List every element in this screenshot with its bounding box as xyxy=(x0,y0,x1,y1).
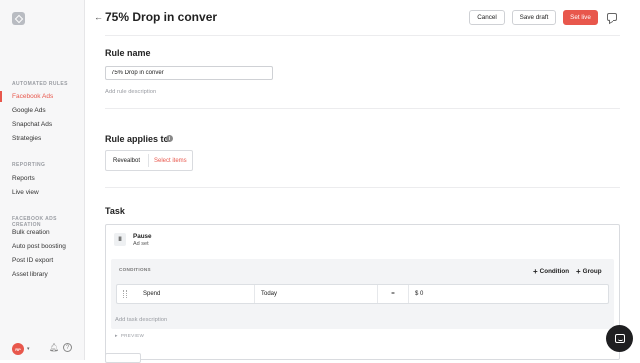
add-condition-button[interactable]: + Condition xyxy=(533,266,570,276)
preview-toggle[interactable]: ▸ PREVIEW xyxy=(115,333,144,339)
sidebar-item-live-view[interactable]: Live view xyxy=(12,189,39,196)
sidebar-item-snapchat-ads[interactable]: Snapchat Ads xyxy=(12,121,52,128)
rule-applies-heading: Rule applies to xyxy=(105,134,170,144)
preview-label: PREVIEW xyxy=(120,333,145,338)
sidebar-item-facebook-ads[interactable]: Facebook Ads xyxy=(12,93,53,100)
info-icon[interactable]: i xyxy=(166,135,173,142)
condition-period[interactable]: Today xyxy=(255,285,378,303)
cancel-button[interactable]: Cancel xyxy=(469,10,505,25)
rule-name-heading: Rule name xyxy=(105,48,151,58)
active-indicator xyxy=(0,91,2,102)
section-divider xyxy=(105,108,620,109)
select-items-link[interactable]: Select items xyxy=(149,158,187,164)
section-divider xyxy=(105,187,620,188)
save-draft-button[interactable]: Save draft xyxy=(512,10,556,25)
drag-handle-icon[interactable] xyxy=(123,290,127,298)
applies-selector: Revealbot Select items xyxy=(105,150,193,171)
task-heading: Task xyxy=(105,206,125,216)
conditions-panel: CONDITIONS + Condition + Group Spend Today… xyxy=(111,259,614,329)
chevron-down-icon[interactable]: ▾ xyxy=(27,346,30,352)
condition-operator[interactable]: = xyxy=(378,285,409,303)
back-arrow-icon[interactable]: ← xyxy=(94,12,103,22)
partial-element xyxy=(105,353,141,363)
sidebar: AUTOMATED RULES Facebook Ads Google Ads … xyxy=(0,0,85,360)
bell-icon[interactable]: 🔔︎ xyxy=(49,343,59,352)
rule-description-field[interactable]: Add rule description xyxy=(105,89,156,95)
add-condition-label: Condition xyxy=(539,268,570,275)
add-group-label: Group xyxy=(582,268,602,275)
set-live-button[interactable]: Set live xyxy=(563,10,598,25)
task-action-title[interactable]: Pause xyxy=(133,233,152,240)
plus-icon: + xyxy=(533,267,538,276)
rule-name-input[interactable] xyxy=(105,66,273,80)
help-icon[interactable]: ? xyxy=(63,343,72,352)
conditions-title: CONDITIONS xyxy=(119,267,151,272)
header-divider xyxy=(105,35,620,36)
condition-row: Spend Today = $ 0 xyxy=(116,284,609,304)
sidebar-item-asset-library[interactable]: Asset library xyxy=(12,271,48,278)
pause-icon: II xyxy=(114,233,126,246)
sidebar-item-strategies[interactable]: Strategies xyxy=(12,135,41,142)
section-title-facebook-ads-creation: FACEBOOK ADS CREATION xyxy=(12,216,57,228)
add-group-button[interactable]: + Group xyxy=(576,266,602,276)
comment-icon[interactable] xyxy=(607,13,617,21)
sidebar-item-reports[interactable]: Reports xyxy=(12,175,35,182)
chat-icon[interactable] xyxy=(606,325,633,352)
chevron-right-icon: ▸ xyxy=(115,333,118,339)
logo-icon[interactable] xyxy=(12,12,25,25)
condition-metric[interactable]: Spend xyxy=(137,285,255,303)
condition-value[interactable]: $ 0 xyxy=(409,285,608,303)
task-card: II Pause Ad set CONDITIONS + Condition + G… xyxy=(105,224,620,360)
account-name[interactable]: Revealbot xyxy=(106,158,148,164)
sidebar-item-bulk-creation[interactable]: Bulk creation xyxy=(12,229,50,236)
sidebar-item-auto-post-boosting[interactable]: Auto post boosting xyxy=(12,243,66,250)
task-action-subtitle: Ad set xyxy=(133,241,149,247)
avatar[interactable]: RP xyxy=(12,343,24,355)
plus-icon: + xyxy=(576,267,581,276)
sidebar-item-post-id-export[interactable]: Post ID export xyxy=(12,257,53,264)
task-description-field[interactable]: Add task description xyxy=(115,317,167,323)
section-title-reporting: REPORTING xyxy=(12,162,46,168)
sidebar-item-google-ads[interactable]: Google Ads xyxy=(12,107,46,114)
section-title-automated-rules: AUTOMATED RULES xyxy=(12,81,68,87)
page-title: 75% Drop in conver xyxy=(105,10,218,24)
